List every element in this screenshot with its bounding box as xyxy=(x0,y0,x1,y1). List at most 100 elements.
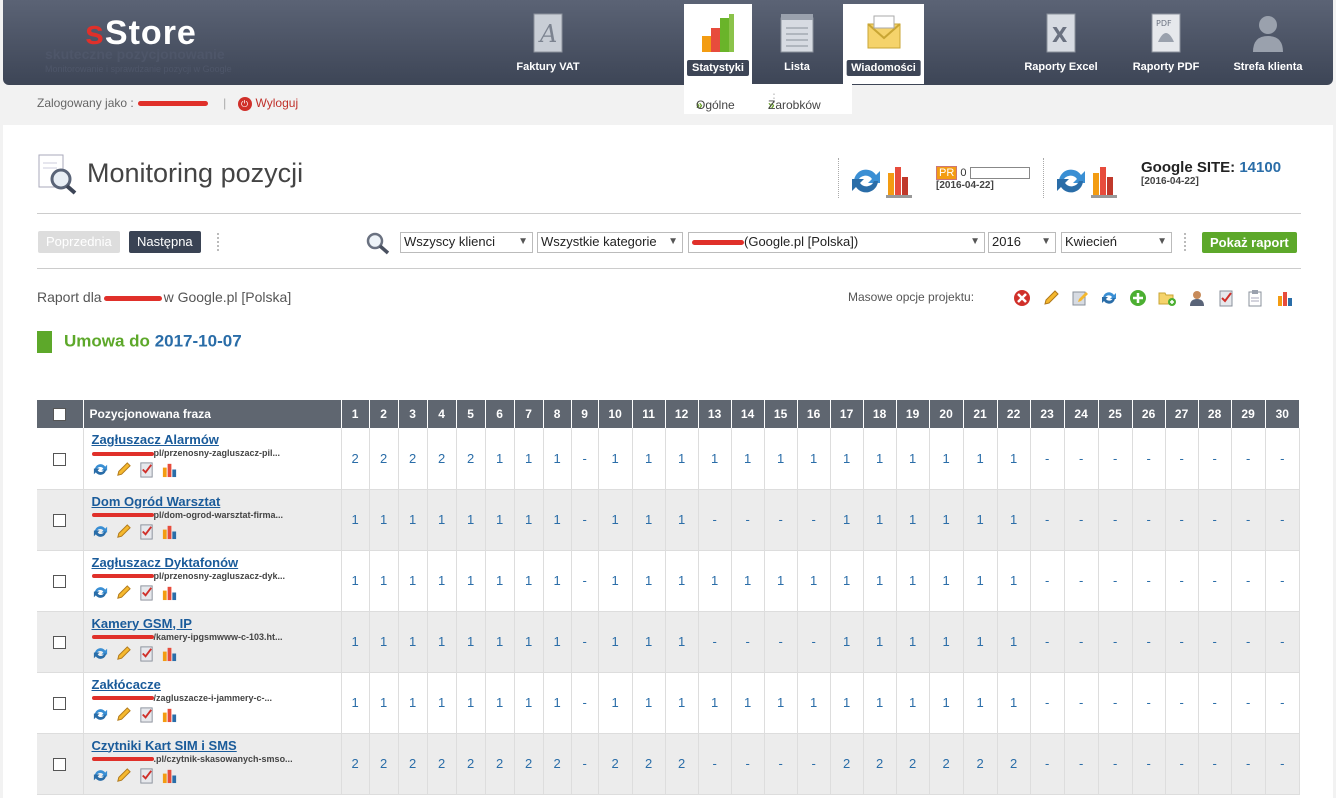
nav-strefa-klienta[interactable]: Strefa klienta xyxy=(1226,0,1310,85)
refresh-icon[interactable] xyxy=(92,584,109,601)
search-icon[interactable] xyxy=(365,231,391,255)
position-cell: 1 xyxy=(632,550,666,612)
phrase-link[interactable]: Kamery GSM, IP xyxy=(92,616,341,631)
stats-icon[interactable] xyxy=(161,645,178,662)
position-cell: - xyxy=(1198,489,1232,551)
stats-icon[interactable] xyxy=(161,584,178,601)
position-cell: 2 xyxy=(427,428,457,490)
position-cell: 1 xyxy=(427,489,457,551)
position-cell: 1 xyxy=(698,428,732,490)
phrase-column-header[interactable]: Pozycjonowana fraza xyxy=(83,400,342,428)
add-folder-icon[interactable] xyxy=(1158,289,1176,307)
nav-raporty-excel[interactable]: X Raporty Excel xyxy=(1020,0,1102,85)
year-select[interactable]: 2016 ▼ xyxy=(988,232,1056,253)
position-cell: 2 xyxy=(632,733,666,795)
logout-link[interactable]: Wyloguj xyxy=(256,96,299,110)
edit-document-icon[interactable] xyxy=(1071,289,1089,307)
stats-icon[interactable] xyxy=(161,461,178,478)
refresh-icon[interactable] xyxy=(92,767,109,784)
day-column-header: 15 xyxy=(764,400,798,428)
position-cell: 1 xyxy=(863,611,897,673)
edit-icon[interactable] xyxy=(115,767,132,784)
row-checkbox[interactable] xyxy=(53,452,67,466)
checklist-icon[interactable] xyxy=(138,584,155,601)
position-cell: 1 xyxy=(632,611,666,673)
position-cell: 2 xyxy=(398,428,428,490)
position-cell: 1 xyxy=(731,672,765,734)
nav-raporty-pdf[interactable]: PDF Raporty PDF xyxy=(1128,0,1204,85)
checklist-icon[interactable] xyxy=(1217,289,1235,307)
row-checkbox[interactable] xyxy=(53,697,67,711)
stats-icon[interactable] xyxy=(161,706,178,723)
nav-lista[interactable]: Lista xyxy=(762,0,832,85)
position-cell: 1 xyxy=(665,489,699,551)
month-select[interactable]: Kwiecień ▼ xyxy=(1061,232,1172,253)
previous-button[interactable]: Poprzednia xyxy=(38,231,120,253)
nav-faktury-vat[interactable]: A Faktury VAT xyxy=(512,0,584,85)
checklist-icon[interactable] xyxy=(138,645,155,662)
refresh-icon[interactable] xyxy=(1100,289,1118,307)
refresh-icon[interactable] xyxy=(92,645,109,662)
edit-icon[interactable] xyxy=(115,461,132,478)
stats-icon[interactable] xyxy=(161,523,178,540)
add-icon[interactable] xyxy=(1129,289,1147,307)
stats-icon[interactable] xyxy=(161,767,178,784)
position-cell: - xyxy=(1030,428,1065,490)
phrase-link[interactable]: Czytniki Kart SIM i SMS xyxy=(92,738,341,753)
phrase-link[interactable]: Dom Ogród Warsztat xyxy=(92,494,341,509)
checklist-icon[interactable] xyxy=(138,706,155,723)
edit-icon[interactable] xyxy=(115,706,132,723)
position-cell: - xyxy=(1098,611,1133,673)
category-select[interactable]: Wszystkie kategorie ▼ xyxy=(537,232,683,253)
stats-icon[interactable] xyxy=(1276,289,1294,307)
position-cell: - xyxy=(1231,611,1266,673)
position-cell: - xyxy=(1165,489,1199,551)
row-checkbox[interactable] xyxy=(53,758,67,772)
show-report-button[interactable]: Pokaż raport xyxy=(1202,232,1297,253)
position-cell: - xyxy=(571,428,599,490)
checklist-icon[interactable] xyxy=(138,523,155,540)
position-cell: 1 xyxy=(997,428,1031,490)
nav-statystyki[interactable]: Statystyki xyxy=(684,4,752,84)
phrase-link[interactable]: Zagłuszacz Alarmów xyxy=(92,432,341,447)
phrase-link[interactable]: Zagłuszacz Dyktafonów xyxy=(92,555,341,570)
refresh-icon[interactable] xyxy=(92,523,109,540)
edit-icon[interactable] xyxy=(1042,289,1060,307)
table-row: Zagłuszacz Dyktafonów pl/przenosny-zaglus… xyxy=(37,550,1301,612)
position-cell: - xyxy=(1064,611,1099,673)
position-cell: 1 xyxy=(369,489,399,551)
clipboard-icon[interactable] xyxy=(1246,289,1264,307)
position-cell: 1 xyxy=(514,672,544,734)
row-checkbox[interactable] xyxy=(53,575,67,589)
nav-wiadomosci[interactable]: Wiadomości xyxy=(843,4,924,84)
redacted-domain xyxy=(91,513,154,518)
position-cell: - xyxy=(797,489,831,551)
day-column-header: 28 xyxy=(1198,400,1232,428)
refresh-icon[interactable] xyxy=(92,706,109,723)
edit-icon[interactable] xyxy=(115,584,132,601)
phrase-link[interactable]: Zakłócacze xyxy=(92,677,341,692)
user-icon[interactable] xyxy=(1188,289,1206,307)
refresh-pr-button[interactable] xyxy=(848,163,918,199)
day-column-header: 24 xyxy=(1064,400,1099,428)
client-select[interactable]: Wszyscy klienci ▼ xyxy=(400,232,533,253)
refresh-site-button[interactable] xyxy=(1053,163,1123,199)
refresh-icon[interactable] xyxy=(92,461,109,478)
checklist-icon[interactable] xyxy=(138,767,155,784)
edit-icon[interactable] xyxy=(115,523,132,540)
select-all-checkbox[interactable] xyxy=(53,408,67,422)
day-column-header: 27 xyxy=(1165,400,1199,428)
project-select[interactable]: (Google.pl [Polska]) ▼ xyxy=(688,232,985,253)
row-checkbox[interactable] xyxy=(53,636,67,650)
edit-icon[interactable] xyxy=(115,645,132,662)
next-button[interactable]: Następna xyxy=(129,231,201,253)
position-cell: - xyxy=(1098,489,1133,551)
position-cell: 1 xyxy=(514,550,544,612)
row-checkbox[interactable] xyxy=(53,514,67,528)
login-bar: Zalogowany jako : | ⏻ Wyloguj xyxy=(37,96,299,111)
checklist-icon[interactable] xyxy=(138,461,155,478)
delete-icon[interactable] xyxy=(1013,289,1031,307)
svg-text:A: A xyxy=(538,20,557,48)
position-cell: 1 xyxy=(896,550,930,612)
position-cell: 2 xyxy=(427,733,457,795)
